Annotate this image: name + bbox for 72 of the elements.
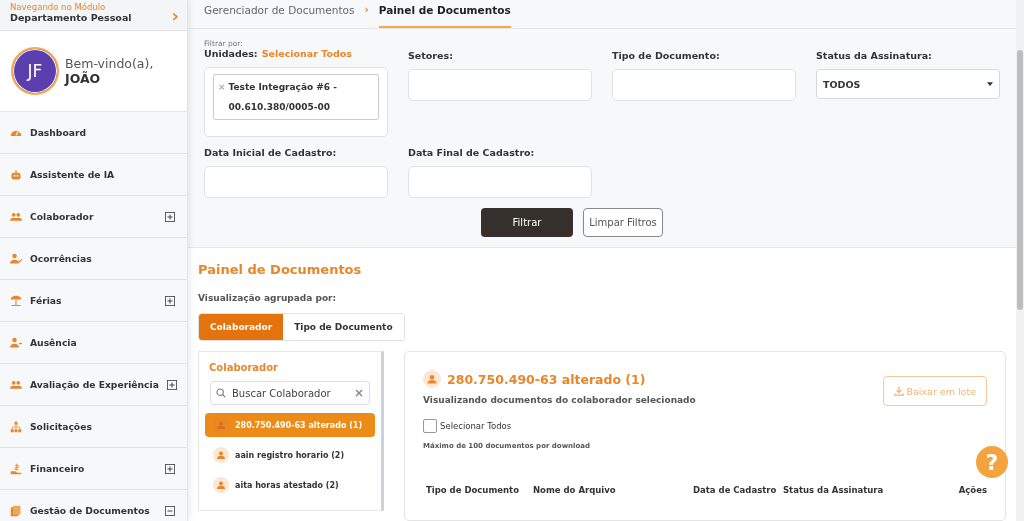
tag-text: Teste Integração #6 - 00.610.380/0005-00 (228, 81, 338, 114)
sidebar-item[interactable]: Gestão de Documentos (0, 490, 187, 521)
module-caption: Navegando no Módulo (10, 1, 107, 12)
clear-icon[interactable]: × (353, 386, 364, 400)
person-icon (213, 447, 229, 463)
robot-icon (10, 168, 22, 181)
people-icon (10, 378, 22, 391)
breadcrumb-tab[interactable]: Gerenciador de Documentos (204, 0, 355, 28)
collapse-icon[interactable] (165, 505, 175, 516)
field-label: Tipo de Documento: (612, 50, 721, 61)
person-minus-icon (10, 336, 22, 349)
card-subtitle: Visualizando documentos do colaborador selecionado (423, 395, 696, 405)
sidebar-item[interactable]: Férias (0, 280, 187, 322)
status-dropdown[interactable]: TODOS (816, 69, 1000, 99)
field-label: Unidades: (204, 48, 258, 59)
expand-icon[interactable] (166, 379, 177, 390)
clear-filters-button[interactable]: Limpar Filtros (583, 208, 663, 237)
sitemap-icon (10, 420, 22, 433)
sectors-field[interactable] (408, 69, 592, 101)
person-icon (423, 370, 441, 388)
checkbox-label: Selecionar Todos (440, 421, 512, 431)
sidebar-item[interactable]: Financeiro (0, 448, 187, 490)
expand-icon[interactable] (165, 211, 175, 222)
column-header: Ações (958, 485, 987, 495)
collaborator-title: 280.750.490-63 alterado (1) (447, 371, 646, 387)
people-icon (10, 210, 22, 223)
module-name: Departamento Pessoal (10, 11, 132, 23)
field-label: Data Final de Cadastro: (408, 147, 536, 158)
expand-icon[interactable] (165, 295, 175, 306)
column-header: Nome do Arquivo (533, 485, 617, 495)
download-icon (893, 386, 904, 396)
list-title: Colaborador (208, 362, 280, 373)
panel-title: Painel de Documentos (198, 262, 363, 277)
search-icon (216, 388, 226, 398)
select-all-checkbox[interactable] (423, 419, 437, 433)
scrollbar-thumb[interactable] (1017, 50, 1023, 310)
column-header: Data de Cadastro (693, 485, 778, 495)
hand-coin-icon (10, 462, 22, 475)
person-icon (213, 417, 229, 433)
units-field[interactable]: × Teste Integração #6 - 00.610.380/0005-00 (204, 67, 388, 137)
sidebar-item[interactable]: Dashboard (0, 112, 187, 154)
user-name: JOÃO (65, 71, 102, 86)
group-label: Visualização agrupada por: (198, 293, 338, 303)
person-check-icon (10, 252, 22, 265)
field-label: Data Inicial de Cadastro: (204, 147, 338, 158)
sidebar-item[interactable]: Ocorrências (0, 238, 187, 280)
sidebar-item[interactable]: Solicitações (0, 406, 187, 448)
greeting: Bem-vindo(a), (65, 56, 154, 71)
expand-icon[interactable] (165, 463, 175, 474)
column-header: Tipo de Documento (426, 485, 520, 495)
search-field[interactable]: Buscar Colaborador × (210, 381, 370, 405)
sidebar-item[interactable]: Ausência (0, 322, 187, 364)
collaborator-item[interactable]: aain registro horario (2) (205, 443, 375, 467)
date-field[interactable] (408, 166, 592, 198)
field-label: Status da Assinatura: (816, 50, 933, 61)
collaborator-item[interactable]: aita horas atestado (2) (205, 473, 375, 497)
filter-button[interactable]: Filtrar (481, 208, 573, 237)
person-icon (213, 477, 229, 493)
avatar: JF (11, 47, 59, 95)
field-label: Setores: (408, 50, 454, 61)
sidebar-item[interactable]: Assistente de IA (0, 154, 187, 196)
module-header[interactable]: Navegando no Módulo Departamento Pessoal › (0, 0, 187, 31)
document-type-field[interactable] (612, 69, 796, 101)
breadcrumb-separator: › (364, 2, 369, 17)
umbrella-icon (10, 294, 22, 307)
caret-icon (987, 82, 993, 86)
date-field[interactable] (204, 166, 388, 198)
unit-tag[interactable]: × Teste Integração #6 - 00.610.380/0005-00 (213, 74, 379, 120)
sidebar-item[interactable]: Colaborador (0, 196, 187, 238)
documents-icon (10, 504, 22, 517)
column-header: Status da Assinatura (783, 485, 885, 495)
sidebar-item[interactable]: Avaliação de Experiência (0, 364, 187, 406)
